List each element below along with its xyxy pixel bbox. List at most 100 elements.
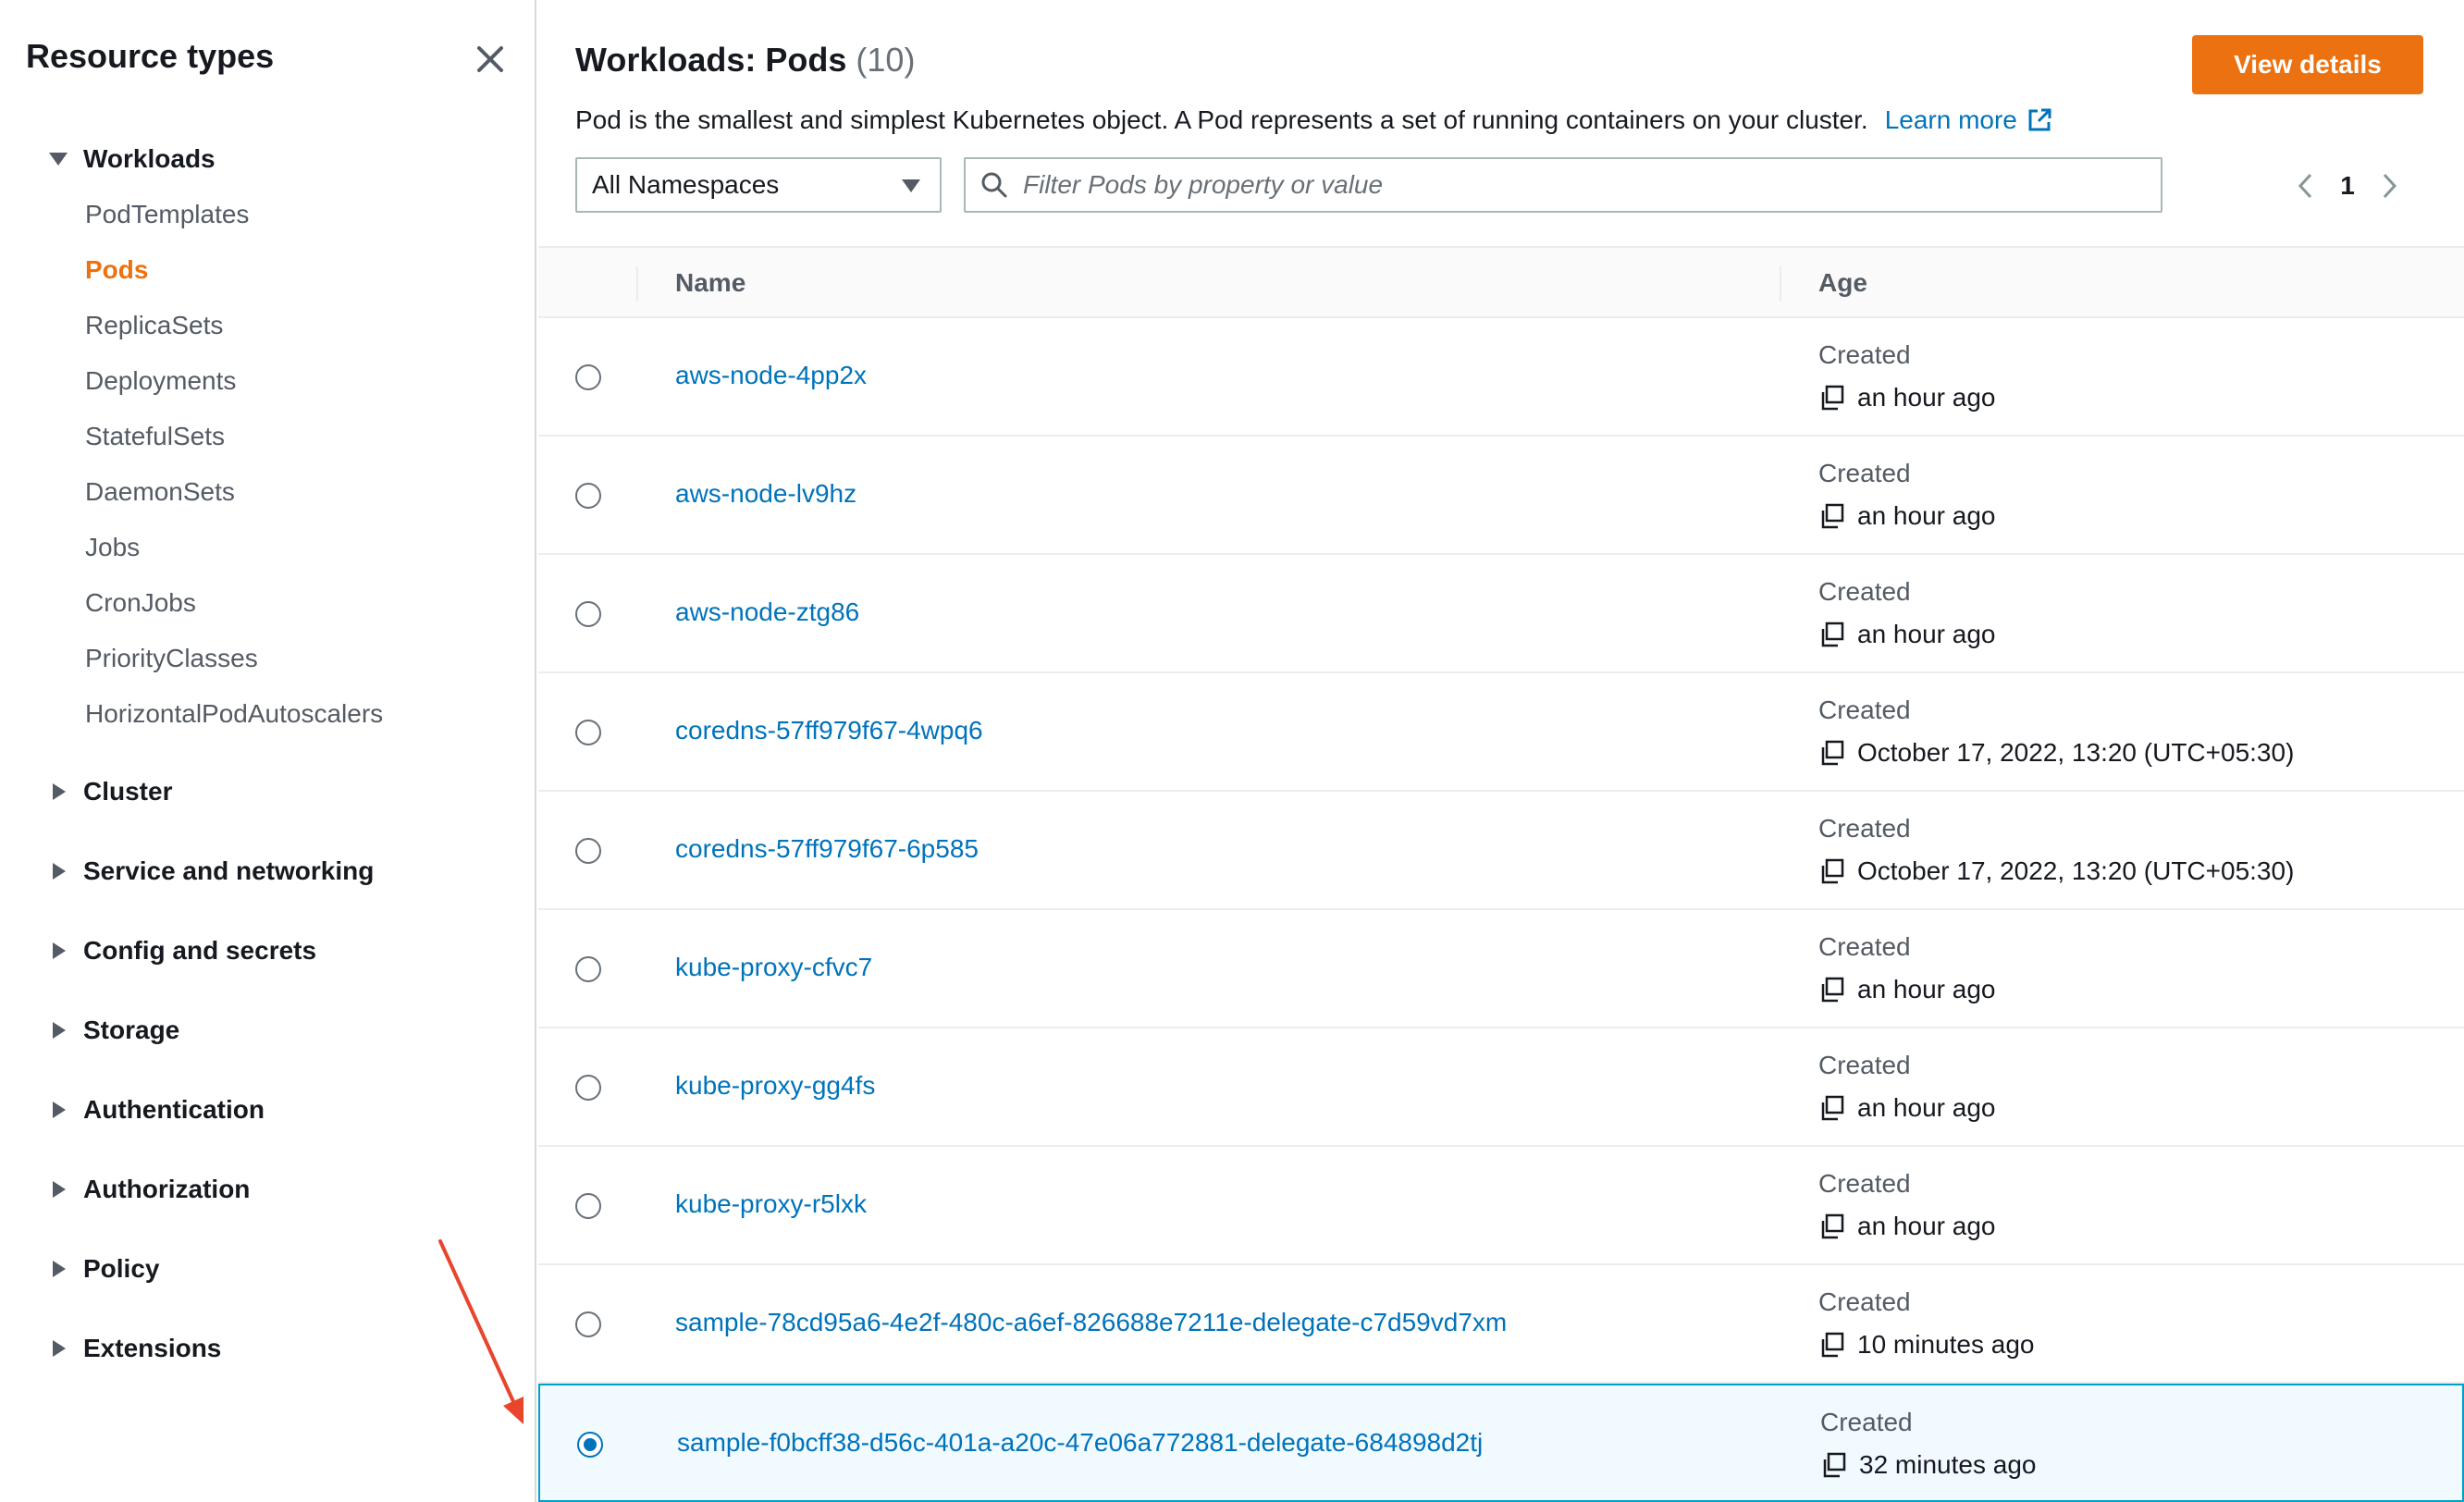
sidebar-item-deployments[interactable]: Deployments	[85, 366, 236, 396]
copy-icon[interactable]	[1818, 1094, 1846, 1122]
sidebar-item-replicasets[interactable]: ReplicaSets	[85, 311, 223, 340]
section-workloads[interactable]: Workloads	[48, 144, 216, 174]
copy-icon[interactable]	[1818, 739, 1846, 767]
row-radio[interactable]	[575, 1311, 601, 1337]
pod-name-link[interactable]: coredns-57ff979f67-4wpq6	[675, 716, 983, 745]
row-radio[interactable]	[575, 838, 601, 864]
column-header-age[interactable]: Age	[1818, 268, 1867, 298]
table-row[interactable]: sample-78cd95a6-4e2f-480c-a6ef-826688e72…	[538, 1265, 2464, 1384]
section-label: Config and secrets	[83, 936, 317, 965]
created-label: Created	[1818, 459, 1911, 487]
view-details-button[interactable]: View details	[2192, 35, 2423, 94]
age-text: an hour ago	[1857, 975, 1996, 1003]
age-value: an hour ago	[1818, 1212, 1995, 1241]
table-row[interactable]: kube-proxy-gg4fs Created an hour ago	[538, 1028, 2464, 1147]
created-label: Created	[1818, 1287, 1911, 1316]
sidebar-item-horizontalpodautoscalers[interactable]: HorizontalPodAutoscalers	[85, 699, 383, 729]
pod-name-link[interactable]: aws-node-4pp2x	[675, 361, 867, 390]
page-title: Workloads: Pods (10)	[575, 41, 915, 80]
pod-name-link[interactable]: kube-proxy-r5lxk	[675, 1189, 867, 1219]
row-radio[interactable]	[575, 601, 601, 627]
table-row[interactable]: aws-node-lv9hz Created an hour ago	[538, 437, 2464, 555]
search-icon	[981, 172, 1007, 198]
sidebar-item-priorityclasses[interactable]: PriorityClasses	[85, 644, 258, 673]
table-row[interactable]: coredns-57ff979f67-6p585 Created October…	[538, 792, 2464, 910]
section-label: Workloads	[83, 144, 216, 173]
sidebar-item-statefulsets[interactable]: StatefulSets	[85, 422, 225, 451]
pods-table: Name Age aws-node-4pp2x Created an hour …	[538, 246, 2464, 1502]
age-value: an hour ago	[1818, 501, 1995, 531]
row-radio[interactable]	[575, 483, 601, 509]
caret-right-icon	[48, 1179, 68, 1200]
row-radio[interactable]	[575, 956, 601, 982]
section-cluster[interactable]: Cluster	[48, 777, 172, 806]
filter-pods-input[interactable]	[1021, 169, 2135, 201]
age-text: October 17, 2022, 13:20 (UTC+05:30)	[1857, 738, 2295, 767]
namespace-select[interactable]: All Namespaces	[575, 157, 942, 213]
sidebar-item-podtemplates[interactable]: PodTemplates	[85, 200, 249, 229]
row-radio[interactable]	[575, 1075, 601, 1101]
age-text: an hour ago	[1857, 1093, 1996, 1122]
copy-icon[interactable]	[1818, 502, 1846, 530]
age-text: an hour ago	[1857, 383, 1996, 412]
table-row-selected[interactable]: sample-f0bcff38-d56c-401a-a20c-47e06a772…	[538, 1384, 2464, 1502]
pod-name-link[interactable]: sample-78cd95a6-4e2f-480c-a6ef-826688e72…	[675, 1308, 1507, 1337]
next-page-icon[interactable]	[2372, 163, 2409, 209]
pod-name-link[interactable]: aws-node-lv9hz	[675, 479, 856, 509]
section-extensions[interactable]: Extensions	[48, 1334, 221, 1363]
copy-icon[interactable]	[1818, 976, 1846, 1003]
copy-icon[interactable]	[1818, 857, 1846, 885]
sidebar-item-cronjobs[interactable]: CronJobs	[85, 588, 196, 618]
age-text: an hour ago	[1857, 1212, 1996, 1240]
table-row[interactable]: aws-node-4pp2x Created an hour ago	[538, 318, 2464, 437]
section-policy[interactable]: Policy	[48, 1254, 159, 1284]
created-label: Created	[1820, 1408, 1913, 1436]
pod-count: (10)	[856, 41, 916, 79]
column-divider[interactable]	[1780, 266, 1781, 302]
row-radio[interactable]	[575, 720, 601, 745]
row-radio[interactable]	[575, 1193, 601, 1219]
age-text: an hour ago	[1857, 620, 1996, 648]
page-number[interactable]: 1	[2323, 171, 2372, 201]
table-row[interactable]: kube-proxy-r5lxk Created an hour ago	[538, 1147, 2464, 1265]
age-value: an hour ago	[1818, 1093, 1995, 1123]
sidebar-item-daemonsets[interactable]: DaemonSets	[85, 477, 235, 507]
pod-name-link[interactable]: sample-f0bcff38-d56c-401a-a20c-47e06a772…	[677, 1428, 1483, 1458]
sidebar-item-pods[interactable]: Pods	[85, 255, 148, 285]
copy-icon[interactable]	[1818, 1213, 1846, 1240]
caret-right-icon	[48, 941, 68, 961]
pod-name-link[interactable]: kube-proxy-gg4fs	[675, 1071, 875, 1101]
caret-right-icon	[48, 782, 68, 802]
section-label: Extensions	[83, 1334, 222, 1362]
row-radio-checked[interactable]	[577, 1432, 603, 1458]
section-label: Storage	[83, 1016, 180, 1044]
section-config-and-secrets[interactable]: Config and secrets	[48, 936, 316, 966]
table-row[interactable]: coredns-57ff979f67-4wpq6 Created October…	[538, 673, 2464, 792]
pod-name-link[interactable]: kube-proxy-cfvc7	[675, 953, 872, 982]
section-storage[interactable]: Storage	[48, 1016, 179, 1045]
section-service-and-networking[interactable]: Service and networking	[48, 856, 374, 886]
copy-icon[interactable]	[1818, 1331, 1846, 1359]
age-value: an hour ago	[1818, 975, 1995, 1004]
copy-icon[interactable]	[1818, 621, 1846, 648]
copy-icon[interactable]	[1820, 1451, 1848, 1479]
section-authorization[interactable]: Authorization	[48, 1175, 250, 1204]
age-value: an hour ago	[1818, 383, 1995, 412]
sidebar-item-jobs[interactable]: Jobs	[85, 533, 140, 562]
learn-more-link[interactable]: Learn more	[1885, 105, 2052, 135]
close-icon[interactable]	[472, 41, 509, 78]
previous-page-icon[interactable]	[2286, 163, 2323, 209]
copy-icon[interactable]	[1818, 384, 1846, 412]
table-row[interactable]: aws-node-ztg86 Created an hour ago	[538, 555, 2464, 673]
section-authentication[interactable]: Authentication	[48, 1095, 265, 1125]
pagination: 1	[2286, 163, 2409, 209]
caret-right-icon	[48, 1259, 68, 1279]
pod-name-link[interactable]: aws-node-ztg86	[675, 597, 859, 627]
resource-types-panel: Resource types Workloads PodTemplates Po…	[0, 0, 536, 1502]
column-header-name[interactable]: Name	[675, 268, 745, 298]
created-label: Created	[1818, 340, 1911, 369]
filter-pods-input-wrapper[interactable]	[964, 157, 2162, 213]
table-row[interactable]: kube-proxy-cfvc7 Created an hour ago	[538, 910, 2464, 1028]
row-radio[interactable]	[575, 364, 601, 390]
pod-name-link[interactable]: coredns-57ff979f67-6p585	[675, 834, 979, 864]
